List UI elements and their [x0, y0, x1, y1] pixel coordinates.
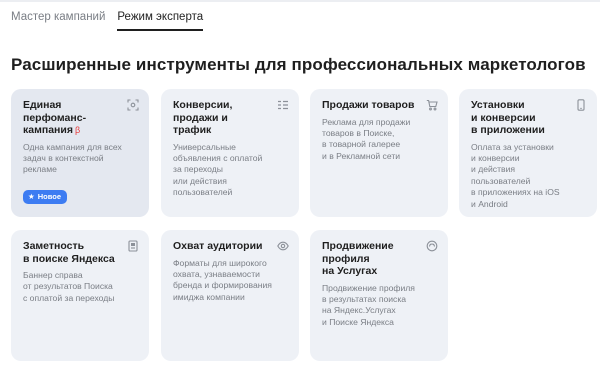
card-description: Форматы для широкого охвата, узнаваемост… [173, 257, 272, 302]
page-title: Расширенные инструменты для профессионал… [11, 55, 586, 74]
card-description: Оплата за установки и конверсии и действ… [471, 141, 560, 209]
tab-campaign-wizard[interactable]: Мастер кампаний [11, 11, 105, 30]
new-badge: ★ Новое [23, 190, 67, 204]
card-product-sales[interactable]: Продажи товаров Реклама для продажи това… [310, 89, 448, 217]
card-audience-reach[interactable]: Охват аудитории Форматы для широкого охв… [161, 230, 299, 361]
eye-icon [277, 240, 289, 252]
services-icon [426, 240, 438, 252]
beta-mark: β [74, 125, 81, 135]
card-description: Универсальные объявления с оплатой за пе… [173, 141, 263, 198]
card-services-promotion[interactable]: Продвижение профиля на Услугах Продвижен… [310, 230, 448, 361]
card-title: Охват аудитории [173, 240, 263, 252]
scan-target-icon [127, 99, 139, 111]
card-description: Реклама для продажи товаров в Поиске, в … [322, 116, 411, 161]
card-app-installs[interactable]: Установки и конверсии в приложении Оплат… [459, 89, 597, 217]
banner-icon [127, 240, 139, 252]
card-title: Заметность в поиске Яндекса [23, 240, 115, 265]
star-icon: ★ [28, 192, 35, 201]
card-performance-campaign[interactable]: Единая перфоманс- кампания β Одна кампани… [11, 89, 149, 217]
card-title: Продажи товаров [322, 99, 415, 111]
tab-expert-mode[interactable]: Режим эксперта [117, 11, 204, 31]
card-title: Единая перфоманс- кампания β [23, 99, 87, 136]
badge-label: Новое [37, 192, 61, 201]
card-title: Установки и конверсии в приложении [471, 99, 545, 136]
card-title: Продвижение профиля на Услугах [322, 240, 394, 277]
cart-icon [426, 99, 438, 111]
card-conversions-traffic[interactable]: Конверсии, продажи и трафик Универсальны… [161, 89, 299, 217]
card-description: Продвижение профиля в результатах поиска… [322, 282, 415, 327]
list-icon [277, 99, 289, 111]
card-description: Баннер справа от результатов Поиска с оп… [23, 270, 115, 303]
phone-icon [575, 99, 587, 111]
card-search-visibility[interactable]: Заметность в поиске Яндекса Баннер справ… [11, 230, 149, 361]
card-description: Одна кампания для всех задач в контекстн… [23, 141, 122, 175]
card-title: Конверсии, продажи и трафик [173, 99, 233, 136]
mode-tabs: Мастер кампаний Режим эксперта [11, 11, 204, 35]
top-divider [0, 0, 600, 2]
